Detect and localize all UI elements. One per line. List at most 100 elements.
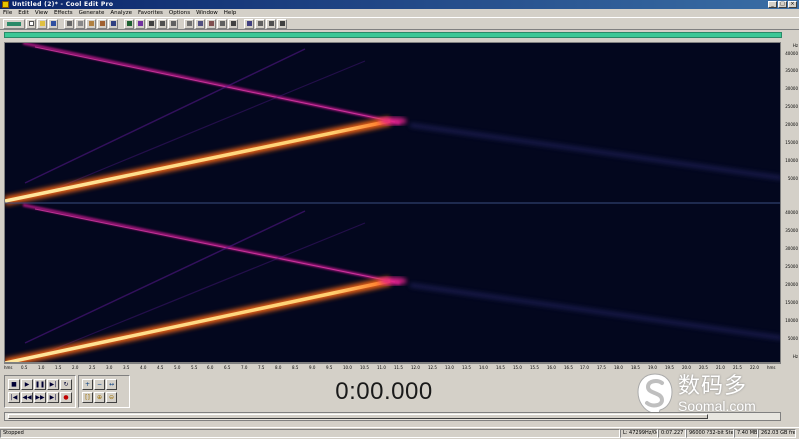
zoom-out-vertical-button[interactable]: ⊖: [106, 392, 117, 403]
time-tick: 2.5: [89, 365, 96, 370]
time-tick: 13.0: [445, 365, 454, 370]
time-tick: 19.5: [665, 365, 674, 370]
spectral-freq-button[interactable]: [168, 18, 178, 29]
channel-left: [5, 43, 780, 206]
pause-button[interactable]: ❚❚: [34, 379, 46, 390]
time-tick: 15.0: [513, 365, 522, 370]
minimize-button[interactable]: _: [768, 1, 777, 8]
multitrack-toggle-button[interactable]: [3, 18, 25, 29]
time-tick: 9.5: [326, 365, 333, 370]
menu-file[interactable]: File: [3, 10, 12, 16]
time-tick: 2.0: [72, 365, 79, 370]
freq-tick: 15000: [785, 140, 798, 145]
menu-window[interactable]: Window: [196, 10, 218, 16]
window-controls: _ □ ×: [768, 1, 797, 8]
go-to-start-button[interactable]: |◀: [8, 392, 20, 403]
watermark-cn: 数码多: [678, 373, 748, 399]
time-tick: 5.5: [191, 365, 198, 370]
play-button[interactable]: ▶: [21, 379, 33, 390]
new-file-icon: [28, 21, 34, 26]
menu-view[interactable]: View: [35, 10, 48, 16]
copy-icon: [77, 21, 83, 26]
scroll-button[interactable]: [184, 18, 194, 29]
menu-effects[interactable]: Effects: [54, 10, 73, 16]
play-to-end-button[interactable]: ▶|: [47, 379, 59, 390]
marker-icon: [230, 21, 236, 26]
time-tick: 1.5: [55, 365, 62, 370]
stop-button[interactable]: ■: [8, 379, 20, 390]
time-tick: 18.0: [614, 365, 623, 370]
time-ruler: hms 0.5 1.0 1.5 2.0 2.5 3.0 3.5 4.0 4.5 5.0 5.5 6.0 6…: [4, 363, 781, 371]
close-button[interactable]: ×: [788, 1, 797, 8]
zoom-selection-button[interactable]: []: [82, 392, 93, 403]
toolbar: [0, 17, 799, 30]
go-to-end-button[interactable]: ▶|: [47, 392, 59, 403]
cut-button[interactable]: [64, 18, 74, 29]
menu-edit[interactable]: Edit: [18, 10, 29, 16]
spectral-phase-button[interactable]: [157, 18, 167, 29]
zoom-in-horizontal-button[interactable]: +: [82, 379, 93, 390]
title-bar: Untitled (2)* - Cool Edit Pro _ □ ×: [0, 0, 799, 9]
time-tick: hms: [4, 365, 13, 370]
zoom-out-horizontal-button[interactable]: −: [94, 379, 105, 390]
horizontal-scrollbar[interactable]: [4, 412, 781, 421]
time-tick: 10.0: [343, 365, 352, 370]
loop-button[interactable]: [195, 18, 205, 29]
time-tick: 16.0: [547, 365, 556, 370]
status-free: 262.03 GB free: [758, 429, 796, 438]
scrollbar-thumb[interactable]: [8, 414, 708, 419]
time-tick: 0.5: [21, 365, 28, 370]
fx-icon: [268, 21, 274, 26]
balance-icon: [257, 21, 263, 26]
menu-help[interactable]: Help: [224, 10, 237, 16]
freq-tick: 35000: [785, 68, 798, 73]
fx-button[interactable]: [266, 18, 276, 29]
open-file-icon: [39, 21, 45, 26]
mix-paste-button[interactable]: [97, 18, 107, 29]
paste-button[interactable]: [86, 18, 96, 29]
spectral-view-button[interactable]: [135, 18, 145, 29]
freq-tick: 5000: [787, 176, 798, 181]
menu-generate[interactable]: Generate: [79, 10, 105, 16]
info-button[interactable]: [277, 18, 287, 29]
spectral-display[interactable]: [4, 42, 781, 363]
undo-button[interactable]: [108, 18, 118, 29]
meter-button[interactable]: [244, 18, 254, 29]
overview-bar[interactable]: [4, 32, 782, 38]
loop-icon: [197, 21, 203, 26]
multitrack-icon: [7, 21, 21, 26]
spectral-freq-icon: [170, 21, 176, 26]
spectral-pan-button[interactable]: [146, 18, 156, 29]
zoom-full-button[interactable]: ↔: [106, 379, 117, 390]
record-button[interactable]: ●: [60, 392, 72, 403]
balance-button[interactable]: [255, 18, 265, 29]
zoom-in-vertical-button[interactable]: ⊕: [94, 392, 105, 403]
save-icon: [50, 21, 56, 26]
new-file-button[interactable]: [26, 18, 36, 29]
loop-play-button[interactable]: ↻: [60, 379, 72, 390]
mix-paste-icon: [99, 21, 105, 26]
marker-button[interactable]: [228, 18, 238, 29]
menu-analyze[interactable]: Analyze: [110, 10, 132, 16]
menu-favorites[interactable]: Favorites: [138, 10, 163, 16]
time-tick: 22.0: [750, 365, 759, 370]
waveform-view-button[interactable]: [124, 18, 134, 29]
time-tick: 14.0: [479, 365, 488, 370]
time-tick: 12.0: [411, 365, 420, 370]
time-tick: 6.5: [224, 365, 231, 370]
time-tick: hms: [767, 365, 776, 370]
time-tick: 16.5: [564, 365, 573, 370]
maximize-button[interactable]: □: [778, 1, 787, 8]
time-readout: 0:00.000: [335, 377, 433, 405]
frequency-ruler: Hz 40000 35000 30000 25000 20000 15000 1…: [781, 42, 799, 363]
open-file-button[interactable]: [37, 18, 47, 29]
rewind-button[interactable]: ◀◀: [21, 392, 33, 403]
cue-button[interactable]: [206, 18, 216, 29]
fast-forward-button[interactable]: ▶▶: [34, 392, 46, 403]
copy-button[interactable]: [75, 18, 85, 29]
soomal-logo-icon: [636, 372, 674, 417]
save-button[interactable]: [48, 18, 58, 29]
menu-options[interactable]: Options: [169, 10, 190, 16]
grid-button[interactable]: [217, 18, 227, 29]
spectrogram: [5, 43, 780, 362]
